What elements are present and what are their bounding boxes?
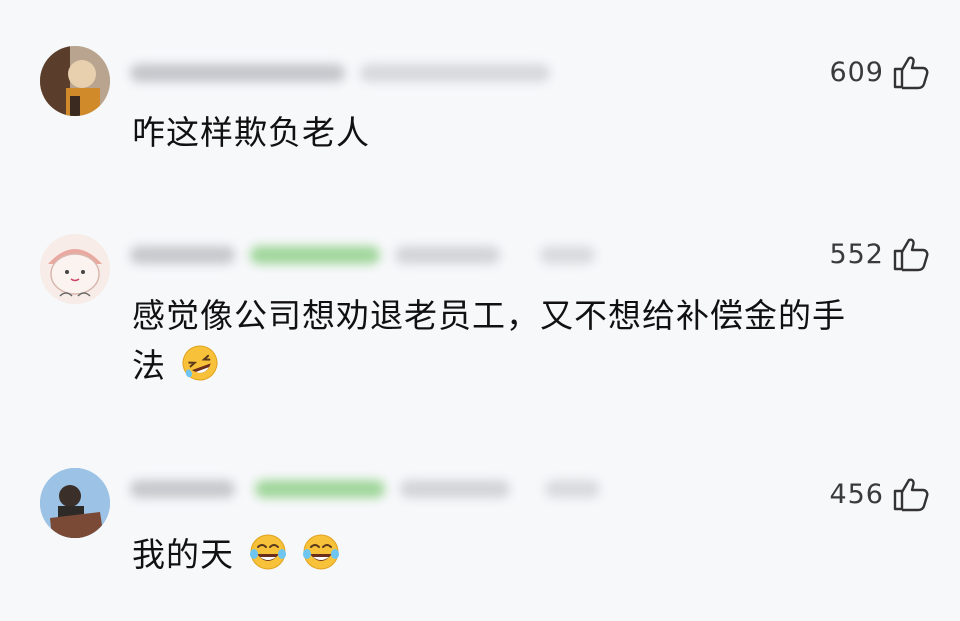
comment-3: 456 我的天 <box>0 0 960 621</box>
avatar[interactable] <box>40 468 110 538</box>
crying-laughing-emoji-icon <box>249 534 286 570</box>
comment-text-content: 我的天 <box>132 535 234 574</box>
comment-text: 我的天 <box>132 530 932 580</box>
like-group[interactable]: 456 <box>829 476 930 512</box>
user-tag-blurred <box>255 480 385 498</box>
thumbs-up-icon[interactable] <box>892 476 930 512</box>
like-count: 456 <box>829 478 884 510</box>
user-tag-blurred <box>400 480 510 498</box>
username-blurred[interactable] <box>130 480 235 498</box>
user-tag-blurred <box>545 480 600 498</box>
crying-laughing-emoji-icon <box>303 534 339 570</box>
